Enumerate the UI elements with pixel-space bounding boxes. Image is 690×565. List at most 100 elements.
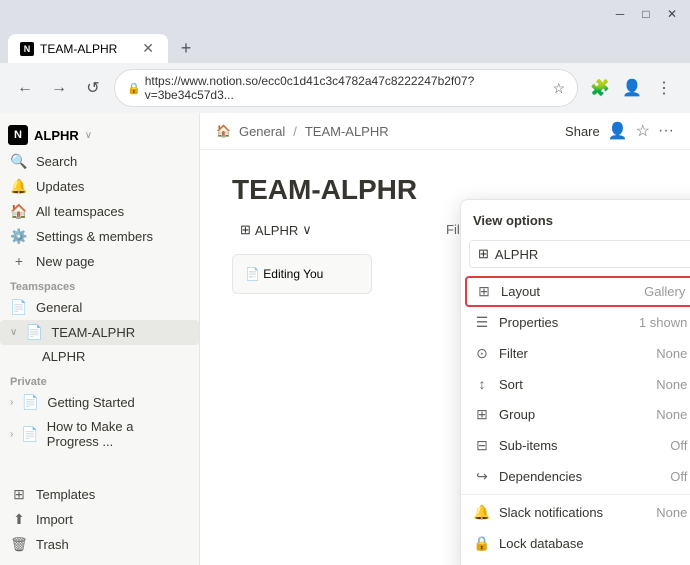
sort-icon: ↕ [473,376,491,392]
sidebar-item-general[interactable]: 📄 General [0,295,199,320]
extensions-button[interactable]: 🧩 [586,74,614,102]
breadcrumb-separator: / [293,124,297,139]
main-content: 🏠 General / TEAM-ALPHR Share 👤 ☆ ··· TEA… [200,113,690,565]
team-alphr-icon: 📄 [25,324,43,341]
panel-item-filter[interactable]: ⊙ Filter None › [461,338,690,369]
sidebar-item-newpage[interactable]: + New page [0,249,199,273]
progress-chevron: › [10,429,13,440]
dependencies-icon: ↪ [473,468,491,485]
reload-button[interactable]: ↺ [80,75,106,101]
bookmark-icon[interactable]: ☆ [552,80,565,97]
new-tab-button[interactable]: + [172,35,200,63]
group-value: None [656,407,687,422]
panel-item-lock[interactable]: 🔒 Lock database [461,528,690,559]
workspace-logo: N [8,125,28,145]
panel-item-slack[interactable]: 🔔 Slack notifications None › [461,497,690,528]
lock-icon: 🔒 [127,82,141,95]
sidebar-general-label: General [36,300,82,315]
panel-item-properties[interactable]: ☰ Properties 1 shown › [461,307,690,338]
subitems-label: Sub-items [499,438,662,453]
workspace-selector[interactable]: N ALPHR ∨ [0,121,199,149]
sidebar-updates-label: Updates [36,179,84,194]
sidebar-item-progress[interactable]: › 📄 How to Make a Progress ... [0,415,199,453]
panel-title: View options [473,213,553,228]
sidebar-import-label: Import [36,512,73,527]
app: N ALPHR ∨ 🔍 Search 🔔 Updates 🏠 All teams… [0,113,690,565]
sidebar-templates-label: Templates [36,487,95,502]
browser-actions: 🧩 👤 ⋮ [586,74,678,102]
sidebar-item-getting-started[interactable]: › 📄 Getting Started [0,390,199,415]
sidebar-item-templates[interactable]: ⊞ Templates [0,482,199,507]
page-header-actions: Share 👤 ☆ ··· [565,121,674,141]
panel-item-subitems[interactable]: ⊟ Sub-items Off › [461,430,690,461]
progress-icon: 📄 [21,426,38,443]
dependencies-label: Dependencies [499,469,662,484]
sort-label: Sort [499,377,648,392]
more-icon[interactable]: ··· [658,122,674,140]
star-icon[interactable]: ☆ [636,121,650,141]
db-view-button[interactable]: ⊞ ALPHR ∨ [232,218,320,242]
properties-icon: ☰ [473,314,491,331]
sidebar-settings-label: Settings & members [36,229,153,244]
address-bar: ← → ↺ 🔒 https://www.notion.so/ecc0c1d41c… [0,63,690,113]
templates-icon: ⊞ [10,486,28,503]
menu-button[interactable]: ⋮ [650,74,678,102]
sidebar-item-team-alphr[interactable]: ∨ 📄 TEAM-ALPHR [0,320,199,345]
general-icon: 📄 [10,299,28,316]
back-button[interactable]: ← [12,75,38,101]
url-bar[interactable]: 🔒 https://www.notion.so/ecc0c1d41c3c4782… [114,69,578,107]
sidebar-progress-label: How to Make a Progress ... [47,419,189,449]
tab-favicon: N [20,42,34,56]
panel-item-layout[interactable]: ⊞ Layout Gallery › [465,276,690,307]
maximize-button[interactable]: □ [636,4,656,24]
sidebar-teamspaces-label: All teamspaces [36,204,124,219]
panel-divider-1 [461,494,690,495]
close-button[interactable]: ✕ [662,4,682,24]
sidebar-trash-label: Trash [36,537,69,552]
sidebar-item-import[interactable]: ⬆ Import [0,507,199,532]
getting-started-chevron: › [10,397,13,408]
panel-item-dependencies[interactable]: ↪ Dependencies Off › [461,461,690,492]
sidebar-item-settings[interactable]: ⚙️ Settings & members [0,224,199,249]
sort-value: None [656,377,687,392]
sidebar-newpage-label: New page [36,254,95,269]
tab-close-button[interactable]: ✕ [140,40,156,57]
forward-button[interactable]: → [46,75,72,101]
breadcrumb-home-icon: 🏠 [216,124,231,138]
filter-value: None [656,346,687,361]
sidebar-item-search[interactable]: 🔍 Search [0,149,199,174]
db-view-chevron: ∨ [302,222,312,238]
page-header: 🏠 General / TEAM-ALPHR Share 👤 ☆ ··· [200,113,690,150]
workspace-name: ALPHR [34,128,79,143]
team-alphr-chevron: ∨ [10,327,17,338]
newpage-icon: + [10,253,28,269]
view-name-text: ALPHR [495,247,538,262]
panel-item-copy-link[interactable]: 🔗 Copy link to view [461,559,690,565]
user-icon[interactable]: 👤 [608,121,628,141]
profile-button[interactable]: 👤 [618,74,646,102]
panel-item-group[interactable]: ⊞ Group None › [461,399,690,430]
panel-name-row: ⊞ ALPHR [461,236,690,276]
minimize-button[interactable]: ─ [610,4,630,24]
group-label: Group [499,407,648,422]
panel-item-sort[interactable]: ↕ Sort None › [461,369,690,399]
slack-icon: 🔔 [473,504,491,521]
sidebar-item-alphr[interactable]: ALPHR [0,345,199,368]
title-bar: ─ □ ✕ [0,0,690,28]
trash-icon: 🗑 [10,536,28,553]
view-name-input[interactable]: ⊞ ALPHR [469,240,690,268]
sidebar-item-teamspaces[interactable]: 🏠 All teamspaces [0,199,199,224]
subitems-icon: ⊟ [473,437,491,454]
properties-value: 1 shown [639,315,687,330]
properties-label: Properties [499,315,631,330]
group-icon: ⊞ [473,406,491,423]
updates-icon: 🔔 [10,178,28,195]
subitems-value: Off [670,438,687,453]
sidebar-item-trash[interactable]: 🗑 Trash [0,532,199,557]
active-tab[interactable]: N TEAM-ALPHR ✕ [8,34,168,63]
sidebar-item-updates[interactable]: 🔔 Updates [0,174,199,199]
share-button[interactable]: Share [565,124,600,139]
layout-icon: ⊞ [475,283,493,300]
gallery-card[interactable]: 📄 Editing You [232,254,372,294]
sidebar: N ALPHR ∨ 🔍 Search 🔔 Updates 🏠 All teams… [0,113,200,565]
